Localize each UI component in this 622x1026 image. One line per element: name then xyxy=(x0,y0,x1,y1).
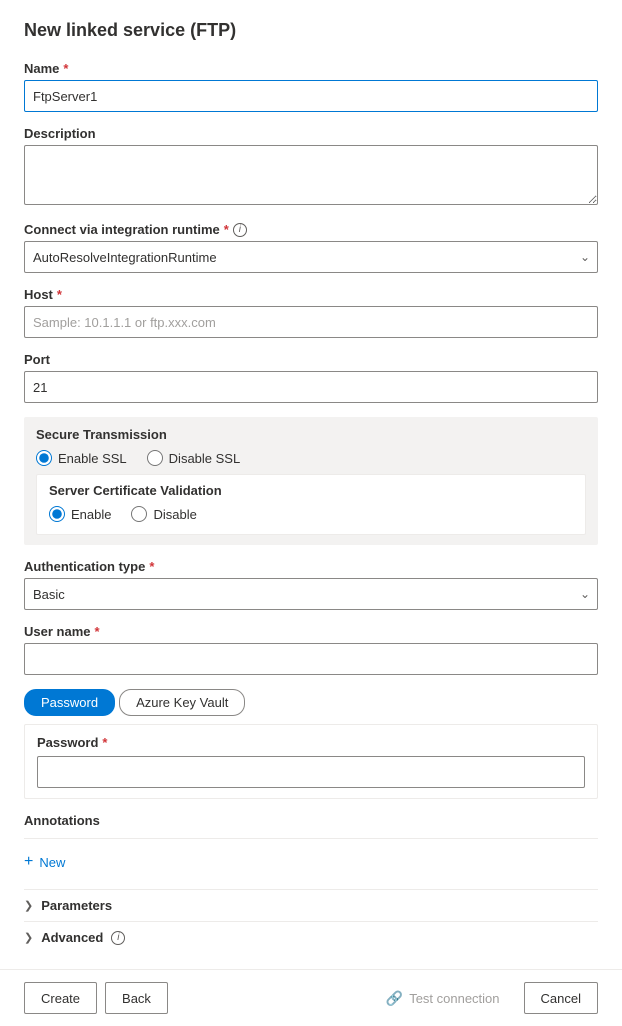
cancel-button[interactable]: Cancel xyxy=(524,982,598,1014)
description-field-group: Description xyxy=(24,126,598,208)
username-field-group: User name * xyxy=(24,624,598,675)
plus-icon: + xyxy=(24,853,33,871)
test-connection-button[interactable]: 🔗 Test connection xyxy=(370,982,516,1014)
cert-disable-label: Disable xyxy=(153,507,196,522)
advanced-chevron-icon: ❯ xyxy=(24,931,33,944)
cert-validation-section: Server Certificate Validation Enable Dis… xyxy=(36,474,586,535)
password-tab[interactable]: Password xyxy=(24,689,115,716)
host-label: Host * xyxy=(24,287,598,302)
auth-type-select-wrapper: Basic ⌄ xyxy=(24,578,598,610)
test-connection-icon: 🔗 xyxy=(386,990,403,1007)
advanced-info-icon[interactable]: i xyxy=(111,931,125,945)
integration-runtime-info-icon[interactable]: i xyxy=(233,223,247,237)
test-connection-label: Test connection xyxy=(409,991,499,1006)
parameters-collapsible[interactable]: ❯ Parameters xyxy=(24,889,598,921)
cert-disable-radio-item[interactable]: Disable xyxy=(131,506,196,522)
annotations-section: Annotations + New xyxy=(24,813,598,875)
password-input[interactable] xyxy=(37,756,585,788)
disable-ssl-label: Disable SSL xyxy=(169,451,241,466)
port-label: Port xyxy=(24,352,598,367)
auth-type-required-star: * xyxy=(149,559,154,574)
integration-runtime-select[interactable]: AutoResolveIntegrationRuntime xyxy=(24,241,598,273)
host-field-group: Host * xyxy=(24,287,598,338)
credential-tabs: Password Azure Key Vault xyxy=(24,689,598,716)
secure-transmission-label: Secure Transmission xyxy=(36,427,586,442)
integration-runtime-select-wrapper: AutoResolveIntegrationRuntime ⌄ xyxy=(24,241,598,273)
advanced-collapsible[interactable]: ❯ Advanced i xyxy=(24,921,598,953)
name-input[interactable] xyxy=(24,80,598,112)
cert-disable-radio[interactable] xyxy=(131,506,147,522)
enable-ssl-radio[interactable] xyxy=(36,450,52,466)
disable-ssl-radio[interactable] xyxy=(147,450,163,466)
panel-content: New linked service (FTP) Name * Descript… xyxy=(0,0,622,969)
description-input[interactable] xyxy=(24,145,598,205)
auth-type-field-group: Authentication type * Basic ⌄ xyxy=(24,559,598,610)
username-required-star: * xyxy=(94,624,99,639)
azure-key-vault-tab[interactable]: Azure Key Vault xyxy=(119,689,245,716)
auth-type-select[interactable]: Basic xyxy=(24,578,598,610)
cert-enable-radio-item[interactable]: Enable xyxy=(49,506,111,522)
enable-ssl-radio-item[interactable]: Enable SSL xyxy=(36,450,127,466)
disable-ssl-radio-item[interactable]: Disable SSL xyxy=(147,450,241,466)
create-button[interactable]: Create xyxy=(24,982,97,1014)
host-input[interactable] xyxy=(24,306,598,338)
cert-enable-radio[interactable] xyxy=(49,506,65,522)
password-label: Password * xyxy=(37,735,585,750)
port-field-group: Port xyxy=(24,352,598,403)
advanced-label: Advanced xyxy=(41,930,103,945)
name-label: Name * xyxy=(24,61,598,76)
password-required-star: * xyxy=(102,735,107,750)
annotations-divider xyxy=(24,838,598,839)
username-label: User name * xyxy=(24,624,598,639)
annotations-label: Annotations xyxy=(24,813,598,828)
password-section: Password * xyxy=(24,724,598,799)
cert-radio-group: Enable Disable xyxy=(49,506,573,522)
cert-enable-label: Enable xyxy=(71,507,111,522)
name-required-star: * xyxy=(63,61,68,76)
description-label: Description xyxy=(24,126,598,141)
enable-ssl-label: Enable SSL xyxy=(58,451,127,466)
page-title: New linked service (FTP) xyxy=(24,20,598,41)
footer: Create Back 🔗 Test connection Cancel xyxy=(0,969,622,1026)
username-input[interactable] xyxy=(24,643,598,675)
cert-validation-label: Server Certificate Validation xyxy=(49,483,573,498)
secure-transmission-section: Secure Transmission Enable SSL Disable S… xyxy=(24,417,598,545)
back-button[interactable]: Back xyxy=(105,982,168,1014)
host-required-star: * xyxy=(57,287,62,302)
auth-type-label: Authentication type * xyxy=(24,559,598,574)
port-input[interactable] xyxy=(24,371,598,403)
new-button-label: New xyxy=(39,855,65,870)
add-new-button[interactable]: + New xyxy=(24,849,65,875)
credential-tab-group: Password Azure Key Vault Password * xyxy=(24,689,598,799)
name-field-group: Name * xyxy=(24,61,598,112)
integration-runtime-required-star: * xyxy=(224,222,229,237)
ssl-radio-group: Enable SSL Disable SSL xyxy=(36,450,586,466)
integration-runtime-label: Connect via integration runtime * i xyxy=(24,222,598,237)
integration-runtime-field-group: Connect via integration runtime * i Auto… xyxy=(24,222,598,273)
